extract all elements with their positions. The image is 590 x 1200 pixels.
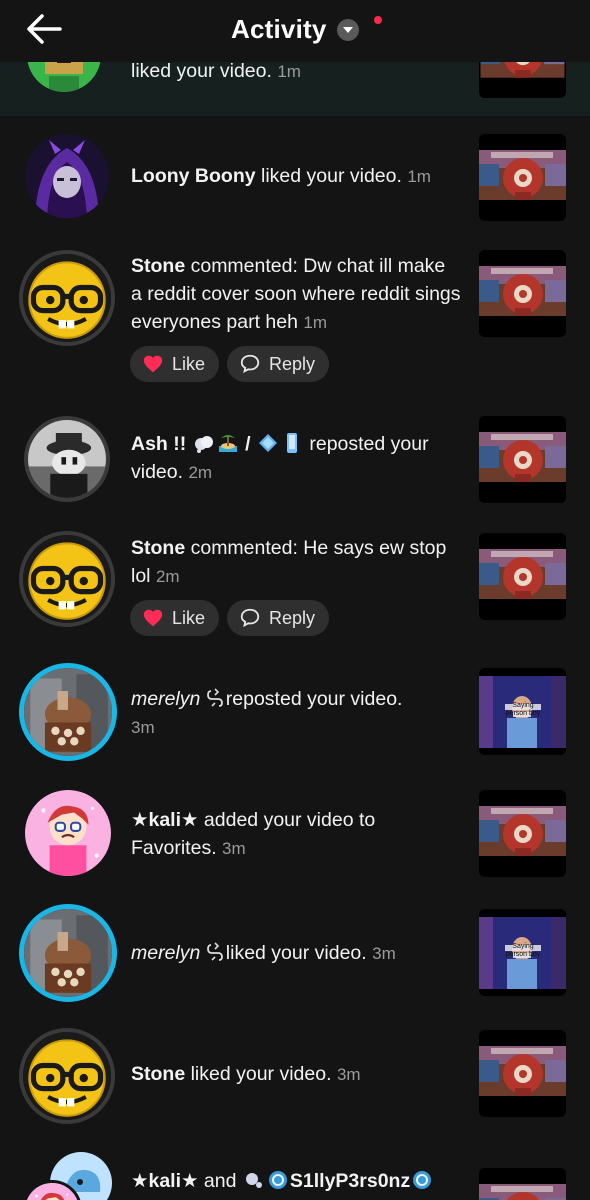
avatar[interactable] [19,250,115,346]
notification-dot [374,16,382,24]
username[interactable]: S1llyP3rs0nz [290,1170,410,1192]
reply-button[interactable]: Reply [227,600,330,636]
comment-bubble-icon [239,607,261,629]
avatar[interactable] [19,531,115,627]
heart-icon [142,607,164,629]
avatar[interactable] [19,904,117,1002]
username[interactable]: Loony Boony [131,165,256,187]
bubbles-emoji-icon [245,1173,262,1188]
activity-item[interactable]: Stone commented: He says ew stop lol 2m … [0,531,590,641]
activity-item[interactable]: ★kali★ and S1llyP3rs0nz [0,1150,590,1200]
diamond-emoji-icon [258,434,277,452]
repost-icon [206,688,224,708]
username[interactable]: ★kali★ [131,1170,199,1192]
activity-text: ★kali★ and S1llyP3rs0nz [131,1167,471,1195]
username[interactable]: Stone [131,1063,185,1085]
video-thumbnail[interactable] [479,250,566,337]
island-emoji-icon [218,435,237,452]
avatar[interactable] [25,790,111,876]
video-thumbnail[interactable] [479,790,566,877]
comment-bubble-icon [239,353,261,375]
top-bar: Activity [0,0,590,62]
cloud-emoji-icon [194,436,213,453]
activity-item[interactable]: Stone commented: Dw chat ill make a redd… [0,250,590,390]
cyclone-emoji-icon [413,1171,432,1189]
activity-text: Ash !! / reposted your video. 2m [131,433,429,483]
thumbnail-caption: Saying person boy [505,943,541,958]
activity-text: ★kali★ added your video to Favorites. 3m [131,809,376,859]
activity-text: merelyn reposted your video. 3m [131,688,403,737]
activity-text: Stone commented: Dw chat ill make a redd… [131,255,461,333]
heart-icon [142,353,164,375]
username[interactable]: merelyn [131,688,200,710]
avatar[interactable] [19,1028,115,1124]
like-button[interactable]: Like [130,600,220,636]
reply-button[interactable]: Reply [227,346,330,382]
activity-text: Loony Boony liked your video. 1m [131,165,431,187]
avatar[interactable] [19,663,117,761]
video-thumbnail[interactable] [479,134,566,221]
username[interactable]: Ash !! / [131,433,304,455]
page-title: Activity [231,14,327,44]
activity-item[interactable]: Ash !! / reposted your video. 2m [0,414,590,504]
title-dropdown[interactable]: Activity [0,14,590,45]
activity-item[interactable]: Loony Boony liked your video. 1m [0,132,590,222]
video-thumbnail[interactable] [479,416,566,503]
video-thumbnail[interactable] [479,1030,566,1117]
avatar[interactable] [25,134,109,218]
activity-item[interactable]: merelyn liked your video. 3m Saying pers… [0,904,590,1004]
username[interactable]: merelyn [131,942,200,964]
activity-text: Stone commented: He says ew stop lol 2m [131,537,447,587]
avatar[interactable] [24,416,110,502]
cyclone-emoji-icon [268,1171,287,1189]
chevron-down-icon[interactable] [336,18,359,41]
video-thumbnail[interactable] [479,533,566,620]
video-thumbnail[interactable]: Saying person boy [479,909,566,996]
activity-text: Stone liked your video. 3m [131,1063,361,1085]
username[interactable]: Stone [131,255,185,277]
repost-icon [206,942,224,962]
phone-emoji-icon [286,433,297,453]
activity-text: merelyn liked your video. 3m [131,942,396,964]
activity-item[interactable]: ★kali★ added your video to Favorites. 3m [0,790,590,880]
video-thumbnail[interactable] [479,1168,566,1200]
video-thumbnail[interactable]: Saying person boy [479,668,566,755]
username[interactable]: Stone [131,537,185,559]
activity-item[interactable]: merelyn reposted your video. 3m Saying pe… [0,663,590,763]
username[interactable]: ★kali★ [131,809,199,831]
like-button[interactable]: Like [130,346,220,382]
activity-item[interactable]: Stone liked your video. 3m [0,1028,590,1128]
thumbnail-caption: Saying person boy [505,702,541,717]
